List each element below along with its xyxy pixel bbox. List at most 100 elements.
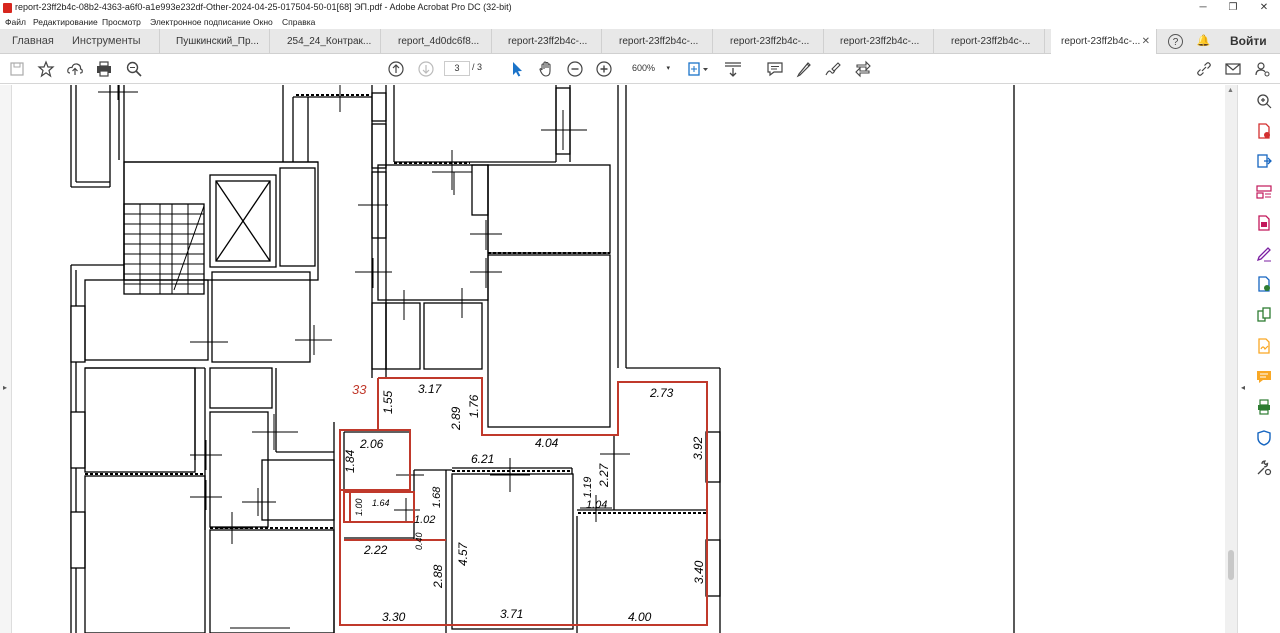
dimension-label: 4.04	[535, 436, 559, 450]
title-bar: report-23ff2b4c-08b2-4363-a6f0-a1e993e23…	[0, 0, 1280, 15]
highlight-pen-icon[interactable]	[795, 60, 813, 78]
page-number-input[interactable]: 3	[444, 61, 470, 76]
user-settings-icon[interactable]	[1253, 60, 1271, 78]
export-pdf-icon[interactable]	[1256, 153, 1272, 169]
dimension-label: 1.76	[467, 394, 481, 418]
close-window-button[interactable]: ✕	[1249, 0, 1279, 15]
comment-tool-icon[interactable]	[1256, 369, 1272, 385]
combine-files-icon[interactable]	[1256, 307, 1272, 323]
scan-ocr-icon[interactable]	[1256, 399, 1272, 415]
fill-sign-icon[interactable]	[1256, 246, 1272, 262]
dimension-label: 2.89	[449, 406, 463, 431]
menu-file[interactable]: Файл	[5, 15, 26, 29]
dimension-label: 3.92	[691, 436, 705, 460]
dimension-label: 1.02	[414, 514, 435, 526]
dimension-label: 6.21	[471, 452, 494, 466]
star-icon[interactable]	[37, 60, 55, 78]
tab-document[interactable]: report-23ff2b4c-...	[830, 29, 934, 54]
page-count: / 3	[472, 62, 482, 72]
compress-pdf-icon[interactable]	[1256, 215, 1272, 231]
save-icon[interactable]	[8, 60, 26, 78]
sign-in-button[interactable]: Войти	[1230, 29, 1267, 54]
zoom-tool-icon[interactable]	[1256, 93, 1272, 109]
protect-shield-icon[interactable]	[1256, 430, 1272, 446]
tab-document[interactable]: report-23ff2b4c-...	[498, 29, 602, 54]
request-signature-icon[interactable]	[1256, 338, 1272, 354]
dimension-label: 1.00	[354, 498, 364, 516]
document-view[interactable]: 33 3.17 1.55 2.89 1.76 2.73 4.04 2.06 1.84 6.21 2.…	[12, 85, 1225, 633]
dimension-label: 4.00	[628, 610, 652, 624]
dimension-label: 1.04	[586, 499, 607, 511]
vertical-scrollbar[interactable]: ▲	[1225, 85, 1237, 633]
floor-plan: 33 3.17 1.55 2.89 1.76 2.73 4.04 2.061.84 6.21 2.…	[70, 85, 1015, 633]
page-fit-icon[interactable]	[686, 60, 710, 78]
bell-icon[interactable]: 🔔	[1196, 34, 1211, 49]
zoom-in-icon[interactable]	[595, 60, 613, 78]
acrobat-icon	[3, 3, 12, 13]
tab-document[interactable]: Пушкинский_Пр...	[166, 29, 270, 54]
dimension-label: 0.40	[414, 532, 424, 550]
menu-view[interactable]: Просмотр	[102, 15, 141, 29]
dimension-label: 2.06	[359, 437, 384, 451]
maximize-button[interactable]: ❐	[1218, 0, 1248, 15]
organize-pages-icon[interactable]	[1256, 184, 1272, 200]
menu-esign[interactable]: Электронное подписание	[150, 15, 250, 29]
scrollbar-thumb[interactable]	[1228, 550, 1234, 580]
zoom-out-icon[interactable]	[566, 60, 584, 78]
cloud-upload-icon[interactable]	[66, 60, 84, 78]
hand-icon[interactable]	[537, 60, 555, 78]
dimension-label: 2.88	[431, 564, 445, 589]
dimension-label: 1.19	[582, 477, 594, 498]
menu-window[interactable]: Окно	[253, 15, 273, 29]
tab-document[interactable]: report-23ff2b4c-...	[720, 29, 824, 54]
link-edit-icon[interactable]	[1195, 60, 1213, 78]
dimension-label: 3.30	[382, 610, 406, 624]
total-pages: 3	[477, 62, 483, 72]
zoom-value: 600%	[632, 63, 656, 73]
chevron-right-icon[interactable]: ▸	[3, 383, 7, 392]
tab-document[interactable]: report_4d0dc6f8...	[388, 29, 492, 54]
menu-edit[interactable]: Редактирование	[33, 15, 98, 29]
create-pdf-icon[interactable]	[1256, 123, 1272, 139]
print-icon[interactable]	[95, 60, 113, 78]
apartment-number-label: 33	[352, 382, 367, 397]
dimension-label: 1.64	[372, 498, 390, 508]
minimize-button[interactable]: ─	[1188, 0, 1218, 15]
dimension-label: 3.17	[418, 382, 443, 396]
more-tools-wrench-icon[interactable]	[1256, 460, 1272, 476]
next-page-icon[interactable]	[417, 60, 435, 78]
email-icon[interactable]	[1224, 60, 1242, 78]
dimension-label: 3.71	[500, 607, 523, 621]
comment-icon[interactable]	[766, 60, 784, 78]
sign-icon[interactable]	[824, 60, 842, 78]
help-icon[interactable]: ?	[1168, 34, 1183, 49]
tab-label: report-23ff2b4c-...	[1061, 36, 1141, 47]
tab-document-active[interactable]: report-23ff2b4c-... ✕	[1051, 29, 1157, 55]
search-icon[interactable]	[125, 60, 143, 78]
more-tools-icon[interactable]	[854, 60, 872, 78]
tab-home[interactable]: Главная	[2, 29, 62, 54]
tab-document[interactable]: report-23ff2b4c-...	[609, 29, 713, 54]
scroll-up-icon[interactable]: ▲	[1227, 87, 1234, 94]
tab-tools[interactable]: Инструменты	[62, 29, 160, 54]
menu-bar: Файл Редактирование Просмотр Электронное…	[0, 15, 1280, 29]
toolbar: 3 / 3 600% ▾	[0, 54, 1280, 84]
menu-help[interactable]: Справка	[282, 15, 315, 29]
close-tab-icon[interactable]: ✕	[1142, 29, 1150, 54]
right-tools-panel: ◂	[1237, 85, 1280, 633]
dimension-label: 2.73	[649, 386, 674, 400]
left-panel-toggle[interactable]: ▸	[0, 85, 12, 633]
edit-pdf-icon[interactable]	[1256, 276, 1272, 292]
prev-page-icon[interactable]	[387, 60, 405, 78]
dimension-label: 1.68	[431, 486, 443, 508]
dimension-label: 4.57	[456, 541, 470, 566]
page-separator: /	[472, 62, 475, 72]
tab-bar: Главная Инструменты Пушкинский_Пр... 254…	[0, 29, 1280, 55]
tab-document[interactable]: report-23ff2b4c-...	[941, 29, 1045, 54]
select-cursor-icon[interactable]	[508, 60, 526, 78]
chevron-down-icon: ▾	[666, 65, 670, 72]
chevron-left-icon[interactable]: ◂	[1241, 383, 1245, 392]
zoom-select[interactable]: 600% ▾	[626, 61, 674, 76]
tab-document[interactable]: 254_24_Контрак...	[277, 29, 381, 54]
scroll-mode-icon[interactable]	[722, 60, 744, 78]
